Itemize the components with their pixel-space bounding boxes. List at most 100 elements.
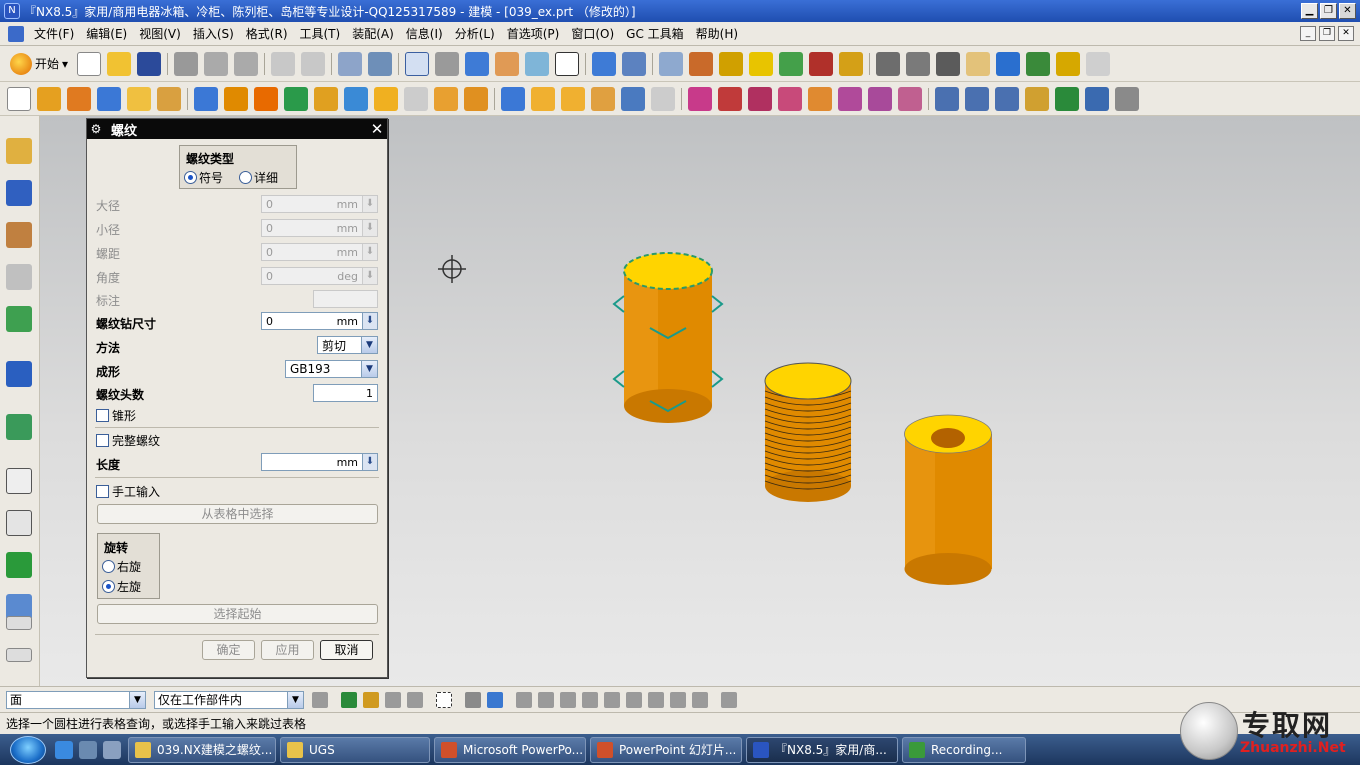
threaded-cylinder-body[interactable] (764, 362, 852, 502)
orient-view-icon[interactable] (465, 51, 490, 76)
pitch-field[interactable]: 0 mm ⬇ (261, 243, 378, 261)
windows-start-icon[interactable] (10, 735, 46, 764)
snap-point-icon[interactable] (719, 51, 744, 76)
chevron-down-icon[interactable]: ▼ (129, 691, 145, 708)
history-icon[interactable] (936, 51, 961, 76)
ie-icon[interactable] (55, 740, 73, 759)
menu-tools[interactable]: 工具(T) (294, 25, 347, 42)
selected-cylinder-body[interactable] (612, 252, 724, 423)
part-navigator-icon[interactable] (906, 51, 931, 76)
menu-assembly[interactable]: 装配(A) (346, 25, 400, 42)
undo-icon[interactable] (271, 51, 296, 76)
offset-face-icon[interactable] (651, 86, 675, 111)
dropdown-arrow-icon[interactable]: ⬇ (362, 454, 377, 470)
taskbar-item-nx[interactable]: 『NX8.5』家用/商... (746, 736, 898, 763)
sew-icon[interactable] (808, 86, 832, 111)
mdi-restore-button[interactable]: ❐ (1319, 26, 1335, 41)
measure-length-icon[interactable] (839, 51, 864, 76)
full-thread-checkbox[interactable]: 完整螺纹 (96, 432, 160, 449)
taskbar-item-slideshow[interactable]: PowerPoint 幻灯片... (590, 736, 742, 763)
reuse-library-tab-icon[interactable] (6, 264, 32, 290)
control-point-icon[interactable] (560, 691, 576, 708)
end-point-icon[interactable] (516, 691, 532, 708)
properties-icon[interactable] (1056, 51, 1081, 76)
subtract-icon[interactable] (748, 86, 772, 111)
select-start-button[interactable]: 选择起始 (97, 604, 378, 624)
dropdown-arrow-icon[interactable]: ⬇ (362, 196, 377, 212)
chamfer-icon[interactable] (561, 86, 585, 111)
redo-icon[interactable] (301, 51, 326, 76)
dropdown-arrow-icon[interactable]: ⬇ (362, 244, 377, 260)
menu-analysis[interactable]: 分析(L) (449, 25, 501, 42)
chevron-down-icon[interactable]: ▼ (287, 691, 303, 708)
move-layer-icon[interactable] (622, 51, 647, 76)
left-hand-radio[interactable]: 左旋 (102, 578, 141, 595)
manual-input-checkbox[interactable]: 手工输入 (96, 483, 160, 500)
chevron-down-icon[interactable]: ▼ (361, 337, 377, 353)
hd3d-tools-tab-icon[interactable] (6, 306, 32, 332)
command-finder-icon[interactable] (338, 51, 363, 76)
fill-surface-icon[interactable] (1115, 86, 1139, 111)
menu-help[interactable]: 帮助(H) (690, 25, 744, 42)
document-icon[interactable] (8, 25, 24, 42)
surface-icon[interactable] (935, 86, 959, 111)
existing-point-icon[interactable] (648, 691, 664, 708)
wcs-icon[interactable] (659, 51, 684, 76)
taskbar-item-recording[interactable]: Recording... (902, 736, 1026, 763)
close-button[interactable]: ✕ (1339, 3, 1356, 19)
selection-icon[interactable] (779, 51, 804, 76)
solid-body-icon[interactable] (487, 691, 503, 708)
web-browser-tab-icon[interactable] (6, 361, 32, 387)
revolve-icon[interactable] (67, 86, 91, 111)
grid-icon[interactable] (721, 691, 737, 708)
block-icon[interactable] (97, 86, 121, 111)
quadrant-point-icon[interactable] (626, 691, 642, 708)
arc-center-icon[interactable] (604, 691, 620, 708)
draft-icon[interactable] (621, 86, 645, 111)
cylinder-icon[interactable] (127, 86, 151, 111)
rib-icon[interactable] (404, 86, 428, 111)
menu-preferences[interactable]: 首选项(P) (501, 25, 566, 42)
pocket-icon[interactable] (284, 86, 308, 111)
tube-cylinder-body[interactable] (904, 414, 993, 585)
point-icon[interactable] (385, 691, 401, 708)
datum-plane-icon[interactable] (194, 86, 218, 111)
menu-view[interactable]: 视图(V) (133, 25, 187, 42)
tapered-checkbox[interactable]: 锥形 (96, 407, 136, 424)
assembly-navigator-icon[interactable] (876, 51, 901, 76)
studio-surface-icon[interactable] (1055, 86, 1079, 111)
split-body-icon[interactable] (868, 86, 892, 111)
menu-format[interactable]: 格式(R) (240, 25, 294, 42)
mirror-icon[interactable] (718, 86, 742, 111)
link-icon[interactable] (996, 51, 1021, 76)
major-diameter-field[interactable]: 0 mm ⬇ (261, 195, 378, 213)
lightbulb-icon[interactable] (749, 51, 774, 76)
chevron-down-icon[interactable]: ▼ (361, 361, 377, 377)
slot-icon[interactable] (344, 86, 368, 111)
apply-button[interactable]: 应用 (261, 640, 314, 660)
snap-point-toggle-icon[interactable] (341, 691, 357, 708)
restore-button[interactable]: ❐ (1320, 3, 1337, 19)
text-icon[interactable] (1086, 51, 1111, 76)
scroll-up-icon[interactable] (6, 616, 32, 630)
constraint-navigator-tab-icon[interactable] (6, 180, 32, 206)
right-hand-radio[interactable]: 右旋 (102, 558, 141, 575)
menu-file[interactable]: 文件(F) (28, 25, 80, 42)
history-tab-icon[interactable] (6, 468, 32, 494)
tap-drill-size-field[interactable]: 0 mm ⬇ (261, 312, 378, 330)
unite-icon[interactable] (501, 86, 525, 111)
bounded-plane-icon[interactable] (1025, 86, 1049, 111)
repeat-command-icon[interactable] (368, 51, 393, 76)
cut-icon[interactable] (174, 51, 199, 76)
selection-scope-select[interactable]: 仅在工作部件内 ▼ (154, 690, 304, 709)
open-icon[interactable] (107, 51, 132, 76)
swept-icon[interactable] (995, 86, 1019, 111)
notes-icon[interactable] (966, 51, 991, 76)
tangent-icon[interactable] (407, 691, 423, 708)
replace-face-icon[interactable] (898, 86, 922, 111)
pattern-icon[interactable] (688, 86, 712, 111)
start-button[interactable]: 开始 ▾ (4, 52, 74, 75)
cone-icon[interactable] (157, 86, 181, 111)
render-style-icon[interactable] (435, 51, 460, 76)
hole-icon[interactable] (224, 86, 248, 111)
